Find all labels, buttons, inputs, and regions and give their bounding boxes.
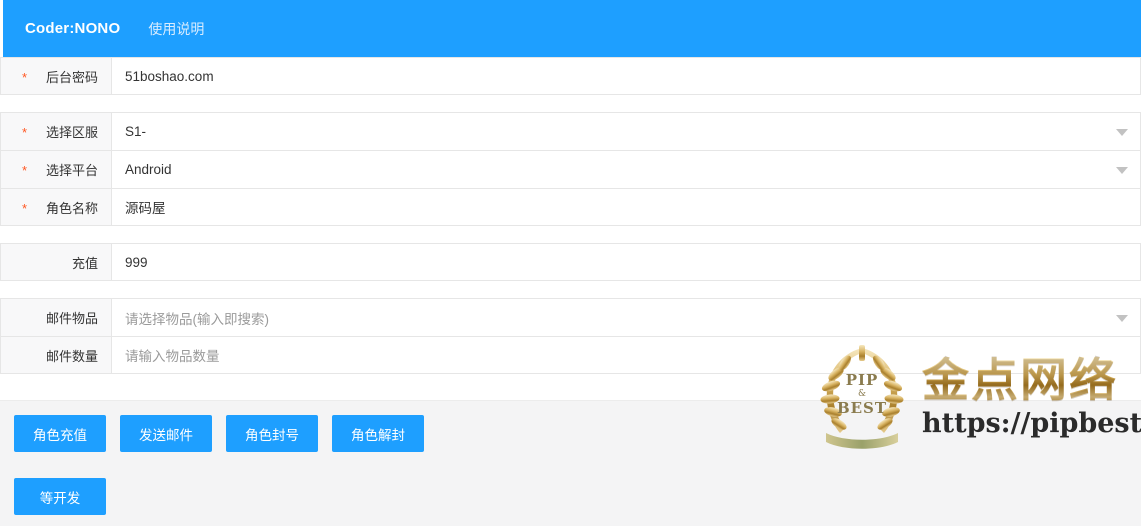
field-label: 邮件数量 [1, 337, 112, 373]
form-row: * 后台密码 51boshao.com [0, 57, 1141, 95]
chevron-down-icon[interactable] [1116, 166, 1128, 174]
text-input-field[interactable]: 请输入物品数量 [112, 337, 1140, 373]
group-separator [0, 226, 1141, 243]
required-asterisk-icon: * [22, 201, 28, 216]
field-group: * 后台密码 51boshao.com [0, 57, 1141, 95]
field-value: S1- [125, 124, 147, 139]
required-asterisk-icon: * [22, 70, 28, 85]
field-label-text: 后台密码 [45, 69, 98, 85]
form-row: 充值 999 [0, 243, 1141, 281]
chevron-down-icon[interactable] [1116, 314, 1128, 322]
field-value: 51boshao.com [125, 68, 214, 84]
field-group: * 选择区服 S1- * 选择平台 Android * 角色名称 源码屋 [0, 112, 1141, 226]
send-mail-button[interactable]: 发送邮件 [120, 415, 212, 452]
form-row: * 选择区服 S1- [0, 112, 1141, 150]
field-placeholder: 请输入物品数量 [125, 349, 220, 364]
form-row: 邮件物品 请选择物品(输入即搜索) [0, 298, 1141, 336]
field-label: * 选择区服 [1, 113, 112, 150]
required-asterisk-icon: * [22, 125, 28, 140]
field-placeholder: 请选择物品(输入即搜索) [125, 311, 269, 327]
text-input-field[interactable]: 999 [112, 244, 1140, 280]
action-row-primary: 角色充值 发送邮件 角色封号 角色解封 [14, 415, 1141, 452]
form-row: 邮件数量 请输入物品数量 [0, 336, 1141, 374]
field-label-text: 邮件物品 [45, 311, 98, 326]
field-label-text: 选择平台 [45, 163, 98, 178]
app-title: Coder:NONO [25, 20, 121, 37]
text-input-field[interactable]: 51boshao.com [112, 58, 1140, 94]
field-group: 充值 999 [0, 243, 1141, 281]
select-field[interactable]: S1- [112, 113, 1140, 150]
group-separator [0, 281, 1141, 298]
select-field[interactable]: 请选择物品(输入即搜索) [112, 299, 1140, 336]
field-label-text: 邮件数量 [45, 348, 98, 364]
field-value: Android [125, 162, 172, 177]
pending-dev-button[interactable]: 等开发 [14, 478, 106, 515]
field-label: * 角色名称 [1, 189, 112, 225]
field-label: * 选择平台 [1, 151, 112, 188]
gm-form: * 后台密码 51boshao.com * 选择区服 S1- * 选择平台 Android * 角色… [0, 57, 1141, 400]
app-header: Coder:NONO 使用说明 [3, 0, 1141, 57]
action-row-secondary: 等开发 [14, 478, 1141, 515]
text-input-field[interactable]: 源码屋 [112, 189, 1140, 225]
field-group: 邮件物品 请选择物品(输入即搜索) 邮件数量 请输入物品数量 [0, 298, 1141, 374]
field-label: 充值 [1, 244, 112, 280]
select-field[interactable]: Android [112, 151, 1140, 188]
group-separator [0, 95, 1141, 112]
field-label: 邮件物品 [1, 299, 112, 336]
field-value: 源码屋 [125, 201, 166, 216]
unban-role-button[interactable]: 角色解封 [332, 415, 424, 452]
required-asterisk-icon: * [22, 163, 28, 178]
form-row: * 角色名称 源码屋 [0, 188, 1141, 226]
form-row: * 选择平台 Android [0, 150, 1141, 188]
field-label-text: 角色名称 [45, 200, 98, 216]
chevron-down-icon[interactable] [1116, 128, 1128, 136]
usage-instructions-link[interactable]: 使用说明 [148, 19, 204, 39]
field-label-text: 充值 [71, 255, 98, 271]
field-value: 999 [125, 254, 148, 270]
action-button-panel: 角色充值 发送邮件 角色封号 角色解封 等开发 [0, 400, 1141, 526]
field-label: * 后台密码 [1, 58, 112, 94]
recharge-role-button[interactable]: 角色充值 [14, 415, 106, 452]
field-label-text: 选择区服 [45, 125, 98, 140]
ban-role-button[interactable]: 角色封号 [226, 415, 318, 452]
